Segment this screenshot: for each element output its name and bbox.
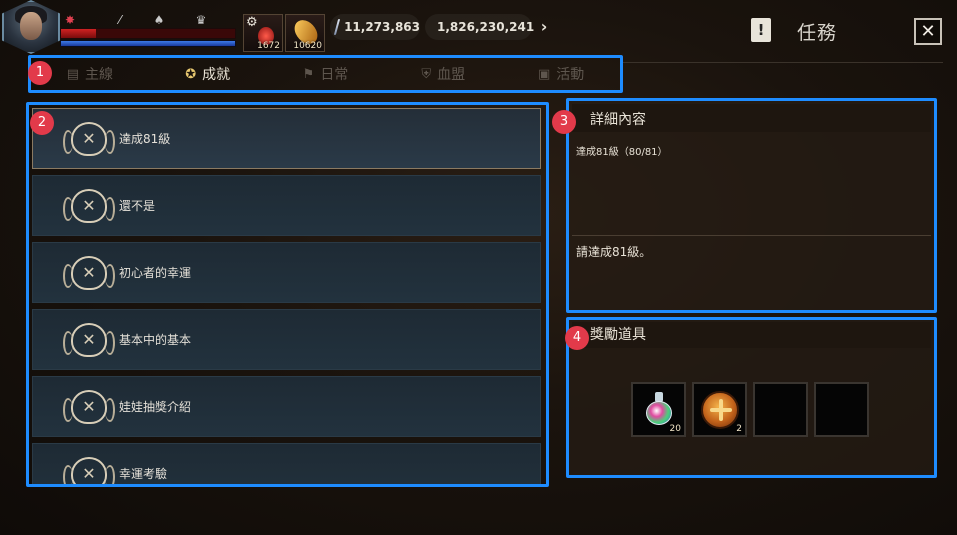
buff-item-quickslot[interactable]: 10620 xyxy=(285,14,325,52)
silver-icon xyxy=(333,19,341,35)
reward-count: 2 xyxy=(736,424,742,434)
auto-gear-icon: ⚙ xyxy=(246,15,258,30)
achievement-item[interactable]: ✕ 基本中的基本 xyxy=(32,309,541,370)
trophy-icon[interactable]: ♛ xyxy=(193,12,209,28)
achievement-item[interactable]: ✕ 初心者的幸運 xyxy=(32,242,541,303)
silver-currency: 11,273,863 xyxy=(330,14,420,40)
tab-daily[interactable]: ⚑ 日常 xyxy=(267,64,385,84)
window-title: 任務 xyxy=(797,22,838,44)
achievement-list: ✕ 達成81級 ✕ 還不是 ✕ 初心者的幸運 ✕ 基本中的基本 ✕ 娃娃抽獎介紹… xyxy=(26,102,549,487)
tab-underline xyxy=(623,62,943,63)
annotation-badge-4: 4 xyxy=(565,326,589,350)
bronze-medal-icon xyxy=(701,391,739,429)
tab-achievement[interactable]: ✪ 成就 xyxy=(149,64,267,84)
quest-tabs: ▤ 主線 ✪ 成就 ⚑ 日常 ⛨ 血盟 ▣ 活動 xyxy=(28,55,623,93)
reward-slot-empty xyxy=(753,382,808,437)
achievement-item[interactable]: ✕ 達成81級 xyxy=(32,108,541,169)
gold-currency: 1,826,230,241 xyxy=(425,14,535,40)
detail-panel: 詳細內容 達成81級（80/81） 請達成81級。 xyxy=(566,98,937,313)
achievement-emblem-icon: ✕ xyxy=(63,255,115,290)
annotation-badge-2: 2 xyxy=(30,111,54,135)
annotation-badge-3: 3 xyxy=(552,110,576,134)
reward-slot[interactable]: 20 xyxy=(631,382,686,437)
achievement-emblem-icon: ✕ xyxy=(63,456,115,484)
tab-label: 活動 xyxy=(556,67,585,83)
flag-icon: ⚑ xyxy=(302,66,315,82)
achievement-item[interactable]: ✕ 幸運考驗 xyxy=(32,443,541,484)
tab-label: 日常 xyxy=(320,67,349,83)
quest-scroll-icon: ! xyxy=(751,18,771,42)
hp-fill xyxy=(61,29,96,38)
achievement-label: 達成81級 xyxy=(119,132,171,146)
hp-bar xyxy=(60,28,236,39)
mp-fill xyxy=(61,41,235,46)
reward-slot[interactable]: 2 xyxy=(692,382,747,437)
detail-progress: 達成81級（80/81） xyxy=(576,147,668,158)
detail-description: 請達成81級。 xyxy=(576,245,652,259)
silver-amount: 11,273,863 xyxy=(344,20,420,34)
reward-title: 獎勵道具 xyxy=(590,327,646,343)
sword-icon[interactable]: ⁄ xyxy=(112,12,128,28)
gift-icon: ▣ xyxy=(537,66,551,82)
reward-panel: 獎勵道具 20 2 xyxy=(566,317,937,478)
reward-header: 獎勵道具 xyxy=(572,322,931,348)
close-button[interactable]: ✕ xyxy=(914,18,942,45)
achievement-emblem-icon: ✕ xyxy=(63,322,115,357)
detail-divider xyxy=(572,235,931,236)
medal-icon: ✪ xyxy=(185,66,197,82)
achievement-label: 基本中的基本 xyxy=(119,333,192,347)
health-potion-quickslot[interactable]: ⚙ 1672 xyxy=(243,14,283,52)
achievement-emblem-icon: ✕ xyxy=(63,188,115,223)
detail-header: 詳細內容 xyxy=(572,104,931,132)
shield-icon: ⛨ xyxy=(421,66,432,82)
tab-label: 主線 xyxy=(85,67,114,83)
tab-label: 成就 xyxy=(202,67,231,83)
helmet-icon[interactable]: ♠ xyxy=(151,12,167,28)
pvp-icon[interactable]: ✸ xyxy=(62,12,78,28)
reward-slot-empty xyxy=(814,382,869,437)
avatar-face xyxy=(20,12,42,40)
chevron-right-icon[interactable]: › xyxy=(532,16,556,38)
achievement-item[interactable]: ✕ 還不是 xyxy=(32,175,541,236)
achievement-item[interactable]: ✕ 娃娃抽獎介紹 xyxy=(32,376,541,437)
book-icon: ▤ xyxy=(66,66,80,82)
achievement-label: 初心者的幸運 xyxy=(119,266,192,280)
tab-clan[interactable]: ⛨ 血盟 xyxy=(384,64,502,84)
rainbow-potion-icon xyxy=(646,392,672,426)
achievement-emblem-icon: ✕ xyxy=(63,389,115,424)
potion-gold-count: 10620 xyxy=(293,41,322,51)
achievement-emblem-icon: ✕ xyxy=(63,121,115,156)
potion-red-count: 1672 xyxy=(257,41,280,51)
gold-amount: 1,826,230,241 xyxy=(437,20,535,34)
achievement-label: 娃娃抽獎介紹 xyxy=(119,400,192,414)
reward-count: 20 xyxy=(669,424,681,434)
mp-bar xyxy=(60,40,236,47)
tab-label: 血盟 xyxy=(437,67,466,83)
achievement-label: 還不是 xyxy=(119,199,156,213)
detail-title: 詳細內容 xyxy=(590,112,646,128)
annotation-badge-1: 1 xyxy=(28,61,52,85)
achievement-label: 幸運考驗 xyxy=(119,467,168,481)
tab-event[interactable]: ▣ 活動 xyxy=(502,64,620,84)
